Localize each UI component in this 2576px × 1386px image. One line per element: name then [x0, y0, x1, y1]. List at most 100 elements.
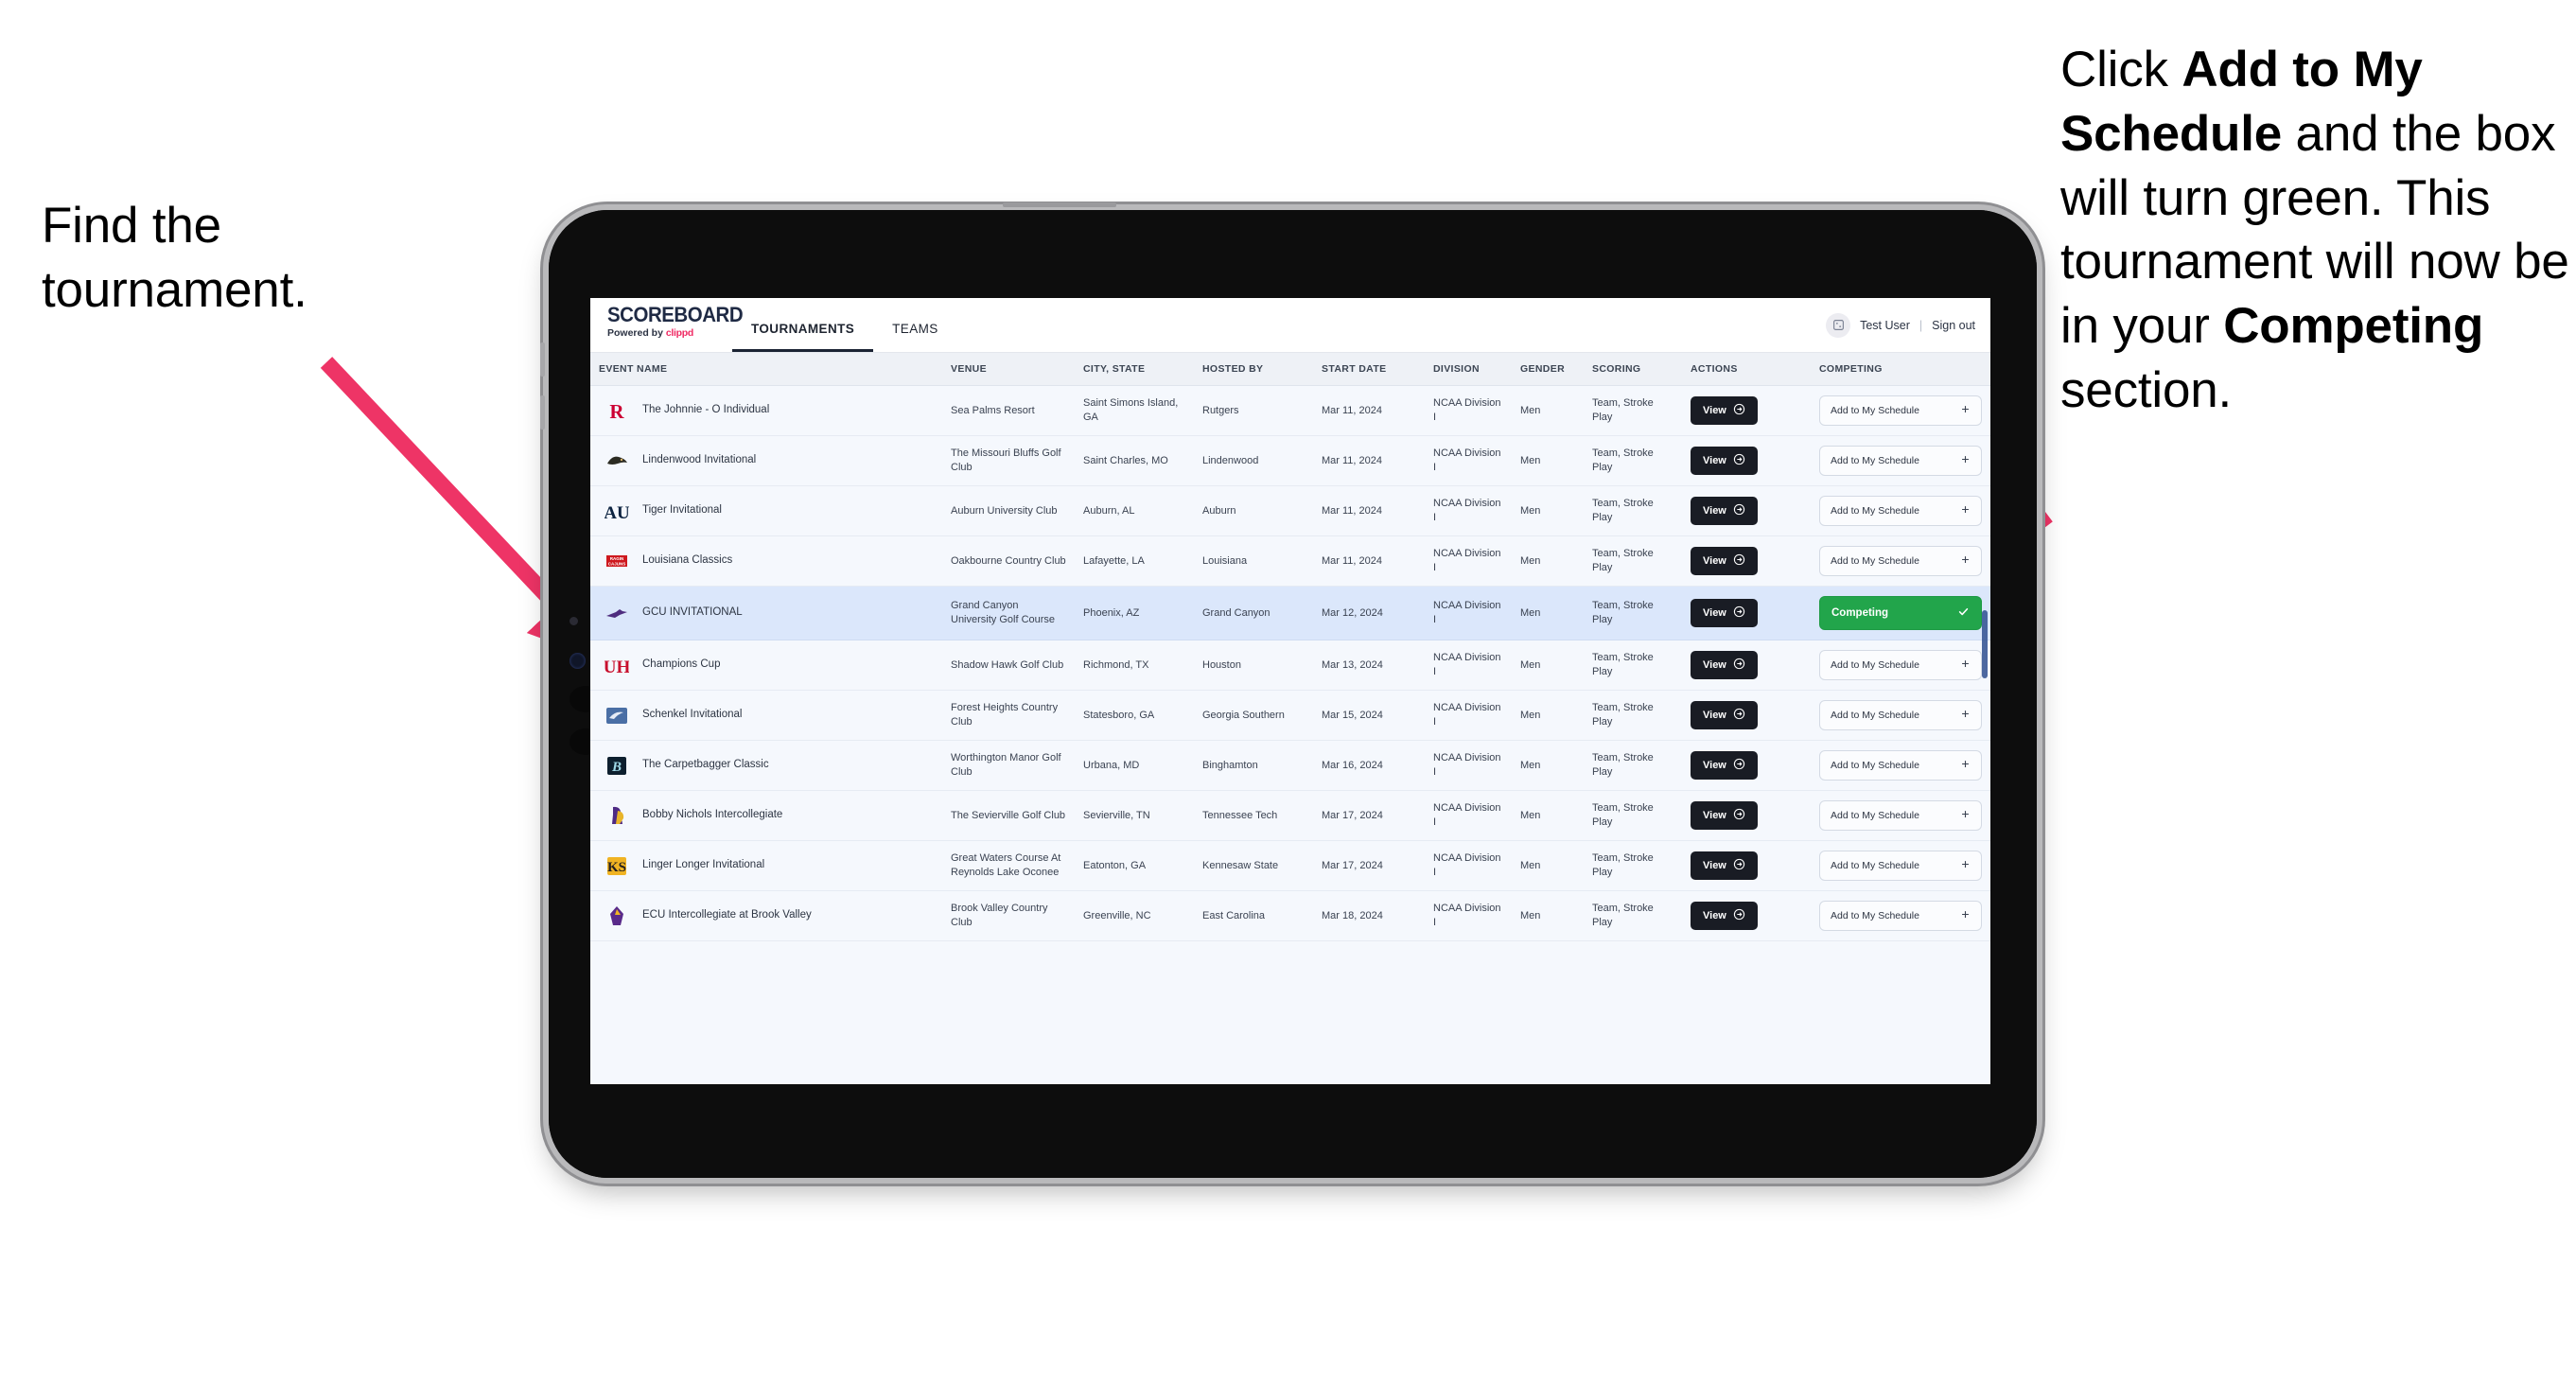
column-header-gender[interactable]: GENDER — [1512, 353, 1584, 386]
cell-event-name: KS Linger Longer Invitational — [590, 840, 942, 891]
view-button[interactable]: View — [1691, 599, 1758, 627]
table-row[interactable]: RAGIN CAJUNS Louisiana Classics Oakbourne C… — [590, 535, 1990, 587]
cell-division: NCAA Division I — [1425, 890, 1512, 941]
cell-gender: Men — [1512, 890, 1584, 941]
cell-division: NCAA Division I — [1425, 740, 1512, 791]
table-row[interactable]: KS Linger Longer Invitational Great Waters… — [590, 840, 1990, 891]
view-button-label: View — [1703, 810, 1726, 821]
column-header-division[interactable]: DIVISION — [1425, 353, 1512, 386]
column-header-event-name[interactable]: EVENT NAME — [590, 353, 942, 386]
cell-actions: View — [1682, 640, 1811, 691]
column-header-scoring[interactable]: SCORING — [1584, 353, 1682, 386]
cell-hosted-by: Grand Canyon — [1194, 586, 1313, 640]
cell-division: NCAA Division I — [1425, 640, 1512, 691]
table-row[interactable]: ECU Intercollegiate at Brook Valley Brook… — [590, 890, 1990, 941]
add-to-my-schedule-button[interactable]: Add to My Schedule — [1819, 446, 1982, 476]
tab-teams[interactable]: TEAMS — [873, 307, 957, 352]
tournaments-table-container[interactable]: EVENT NAME VENUE CITY, STATE HOSTED BY S… — [590, 353, 1990, 1084]
add-to-my-schedule-button[interactable]: Add to My Schedule — [1819, 496, 1982, 526]
add-to-my-schedule-label: Add to My Schedule — [1831, 860, 1919, 871]
add-to-my-schedule-button[interactable]: Add to My Schedule — [1819, 851, 1982, 881]
louisiana-logo: RAGIN CAJUNS — [605, 549, 629, 573]
cell-start-date: Mar 11, 2024 — [1313, 385, 1425, 436]
cell-start-date: Mar 11, 2024 — [1313, 485, 1425, 536]
cell-event-name: B The Carpetbagger Classic — [590, 740, 942, 791]
column-header-actions[interactable]: ACTIONS — [1682, 353, 1811, 386]
table-row[interactable]: AU Tiger Invitational Auburn University Cl… — [590, 485, 1990, 536]
cell-scoring: Team, Stroke Play — [1584, 840, 1682, 891]
view-button[interactable]: View — [1691, 902, 1758, 930]
vertical-scrollbar[interactable] — [1982, 610, 1988, 678]
column-header-competing[interactable]: COMPETING — [1811, 353, 1990, 386]
table-row[interactable]: R The Johnnie - O Individual Sea Palms Res… — [590, 385, 1990, 436]
add-to-my-schedule-button[interactable]: Add to My Schedule — [1819, 546, 1982, 576]
add-to-my-schedule-button[interactable]: Add to My Schedule — [1819, 901, 1982, 931]
svg-text:KS: KS — [607, 860, 626, 875]
add-to-my-schedule-button[interactable]: Add to My Schedule — [1819, 395, 1982, 426]
cell-venue: Shadow Hawk Golf Club — [942, 640, 1075, 691]
georgia-southern-logo — [605, 703, 629, 728]
arrow-right-circle-icon — [1733, 808, 1745, 823]
cell-start-date: Mar 12, 2024 — [1313, 586, 1425, 640]
cell-competing: Add to My Schedule — [1811, 890, 1990, 941]
view-button[interactable]: View — [1691, 497, 1758, 525]
volume-up-button[interactable] — [540, 342, 545, 377]
table-row[interactable]: B The Carpetbagger Classic Worthington Man… — [590, 740, 1990, 791]
view-button[interactable]: View — [1691, 851, 1758, 880]
table-row[interactable]: Bobby Nichols Intercollegiate The Sevierv… — [590, 790, 1990, 841]
view-button[interactable]: View — [1691, 547, 1758, 575]
cell-city-state: Richmond, TX — [1075, 640, 1194, 691]
column-header-start-date[interactable]: START DATE — [1313, 353, 1425, 386]
cell-hosted-by: Lindenwood — [1194, 435, 1313, 486]
cell-venue: Forest Heights Country Club — [942, 690, 1075, 741]
add-to-my-schedule-button[interactable]: Add to My Schedule — [1819, 800, 1982, 831]
user-name: Test User — [1860, 318, 1910, 332]
table-row[interactable]: GCU INVITATIONAL Grand Canyon University … — [590, 586, 1990, 640]
column-header-hosted-by[interactable]: HOSTED BY — [1194, 353, 1313, 386]
column-header-venue[interactable]: VENUE — [942, 353, 1075, 386]
cell-event-name: Schenkel Invitational — [590, 690, 942, 741]
table-row[interactable]: Schenkel Invitational Forest Heights Coun… — [590, 690, 1990, 741]
table-row[interactable]: UH Champions Cup Shadow Hawk Golf Club Rich… — [590, 640, 1990, 691]
competing-button-label: Competing — [1831, 607, 1889, 619]
table-row[interactable]: Lindenwood Invitational The Missouri Bluf… — [590, 435, 1990, 486]
add-to-my-schedule-label: Add to My Schedule — [1831, 760, 1919, 771]
kennesaw-state-logo: KS — [605, 853, 629, 878]
cell-scoring: Team, Stroke Play — [1584, 890, 1682, 941]
view-button[interactable]: View — [1691, 396, 1758, 425]
arrow-right-circle-icon — [1733, 605, 1745, 621]
view-button[interactable]: View — [1691, 751, 1758, 780]
add-to-my-schedule-button[interactable]: Add to My Schedule — [1819, 650, 1982, 680]
header-divider: | — [1919, 318, 1923, 332]
competing-button[interactable]: Competing — [1819, 596, 1982, 630]
front-camera-icon — [570, 653, 586, 669]
view-button[interactable]: View — [1691, 801, 1758, 830]
view-button[interactable]: View — [1691, 447, 1758, 475]
app-logo[interactable]: SCOREBOARD Powered by clippd — [590, 298, 744, 352]
tablet-bezel: SCOREBOARD Powered by clippd TOURNAMENTS… — [549, 210, 2037, 1178]
tab-tournaments[interactable]: TOURNAMENTS — [732, 307, 874, 352]
cell-hosted-by: East Carolina — [1194, 890, 1313, 941]
plus-icon — [1960, 859, 1971, 872]
add-to-my-schedule-button[interactable]: Add to My Schedule — [1819, 700, 1982, 730]
cell-gender: Men — [1512, 385, 1584, 436]
cell-actions: View — [1682, 740, 1811, 791]
table-header: EVENT NAME VENUE CITY, STATE HOSTED BY S… — [590, 353, 1990, 386]
cell-division: NCAA Division I — [1425, 586, 1512, 640]
cell-actions: View — [1682, 535, 1811, 587]
plus-icon — [1960, 809, 1971, 822]
svg-text:RAGIN: RAGIN — [610, 556, 624, 561]
view-button[interactable]: View — [1691, 651, 1758, 679]
logo-tagline-prefix: Powered by — [607, 327, 666, 339]
view-button[interactable]: View — [1691, 701, 1758, 729]
add-to-my-schedule-label: Add to My Schedule — [1831, 455, 1919, 466]
user-avatar-icon[interactable] — [1826, 312, 1851, 338]
column-header-city-state[interactable]: CITY, STATE — [1075, 353, 1194, 386]
cell-event-name: Lindenwood Invitational — [590, 435, 942, 486]
sign-out-link[interactable]: Sign out — [1932, 319, 1975, 332]
cell-competing: Add to My Schedule — [1811, 485, 1990, 536]
volume-down-button[interactable] — [540, 395, 545, 430]
add-to-my-schedule-button[interactable]: Add to My Schedule — [1819, 750, 1982, 781]
cell-start-date: Mar 11, 2024 — [1313, 435, 1425, 486]
power-button[interactable] — [1003, 202, 1116, 207]
